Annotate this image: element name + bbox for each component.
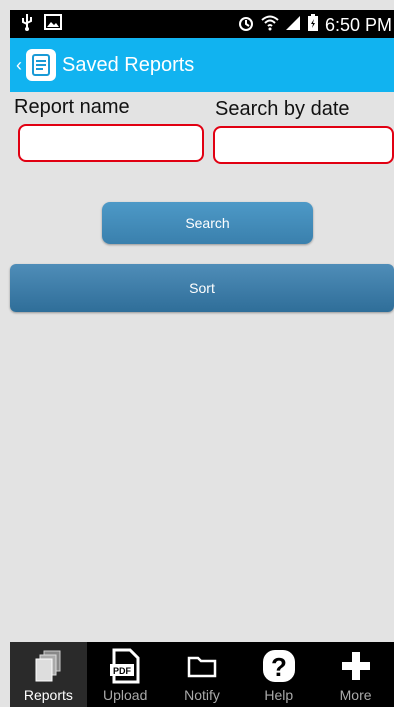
clock-text: 6:50 PM <box>324 15 392 35</box>
tab-notify[interactable]: Notify <box>164 642 241 707</box>
svg-text:PDF: PDF <box>113 666 132 676</box>
tab-upload-label: Upload <box>103 687 148 703</box>
app-bar: ‹ Saved Reports <box>10 38 394 92</box>
tab-help-label: Help <box>264 687 294 703</box>
back-icon[interactable]: ‹ <box>16 55 22 76</box>
help-icon: ? <box>262 647 296 685</box>
status-bar: 6:50 PM <box>10 10 394 38</box>
tab-reports[interactable]: Reports <box>10 642 87 707</box>
alarm-icon <box>237 14 255 37</box>
svg-text:?: ? <box>271 652 287 682</box>
folder-icon <box>187 647 217 685</box>
search-date-label: Search by date <box>215 98 350 120</box>
report-name-label: Report name <box>14 96 130 118</box>
plus-icon <box>340 647 372 685</box>
wifi-icon <box>261 15 279 36</box>
page-title: Saved Reports <box>62 53 195 76</box>
image-icon <box>44 14 62 35</box>
app-logo-icon[interactable] <box>26 49 56 81</box>
tab-notify-label: Notify <box>184 687 220 703</box>
battery-icon <box>307 14 319 37</box>
tab-more-label: More <box>339 687 372 703</box>
pdf-icon: PDF <box>108 647 142 685</box>
signal-icon <box>285 15 301 36</box>
search-button[interactable]: Search <box>102 202 313 244</box>
tab-more[interactable]: More <box>317 642 394 707</box>
sort-button[interactable]: Sort <box>10 264 394 312</box>
reports-icon <box>34 647 62 685</box>
bottom-tab-bar: Reports PDF Upload Notify ? Help More <box>10 642 394 707</box>
usb-icon <box>20 13 34 36</box>
search-date-input[interactable] <box>213 126 394 164</box>
report-name-input[interactable] <box>18 124 204 162</box>
tab-reports-label: Reports <box>23 687 73 703</box>
tab-upload[interactable]: PDF Upload <box>87 642 164 707</box>
tab-help[interactable]: ? Help <box>240 642 317 707</box>
